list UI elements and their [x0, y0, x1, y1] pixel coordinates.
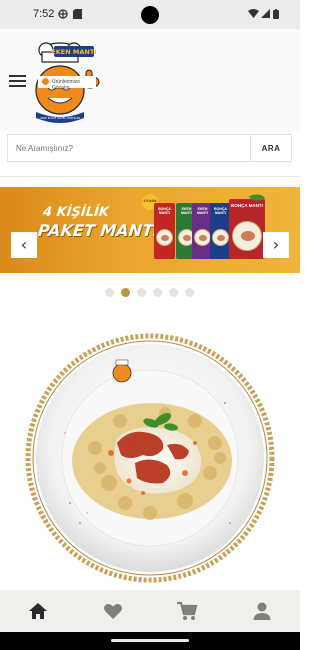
- search-button[interactable]: ARA: [250, 134, 292, 162]
- heart-icon[interactable]: [102, 600, 124, 622]
- banner-next-button[interactable]: ›: [263, 232, 289, 258]
- manti-plate-image[interactable]: [25, 333, 275, 583]
- bottom-navigation: [0, 590, 300, 632]
- package-5: BOHÇA MANTI: [229, 199, 265, 259]
- header-divider: [0, 176, 300, 177]
- banner-title-line1: 4 KİŞİLİK: [42, 205, 110, 220]
- wifi-icon: [248, 9, 259, 18]
- account-icon[interactable]: [251, 600, 273, 622]
- signal-icon: [261, 9, 270, 18]
- search-bar: ARA: [7, 134, 292, 162]
- carousel-dot[interactable]: [153, 288, 162, 297]
- banner-brand-tag: Ürünlerimize Gözatın: [38, 76, 96, 91]
- carousel-dot[interactable]: [137, 288, 146, 297]
- package-4: BOHÇA MANTI: [210, 203, 231, 259]
- battery-icon: [273, 9, 279, 19]
- search-input[interactable]: [7, 134, 250, 162]
- package-1: BOHÇA MANTI: [154, 203, 175, 259]
- carousel-dot[interactable]: [169, 288, 178, 297]
- carousel-dot[interactable]: [185, 288, 194, 297]
- vpn-icon: [58, 9, 68, 19]
- hamburger-menu-icon[interactable]: [9, 75, 26, 87]
- brand-dot-icon: [42, 78, 49, 85]
- status-time: 7:52: [33, 8, 55, 20]
- home-gesture-pill[interactable]: [111, 639, 189, 642]
- banner-prev-button[interactable]: ‹: [11, 232, 37, 258]
- promo-banner[interactable]: 4 KİŞİLİK PAKET MANTI 4 Kişilik BOHÇA MA…: [0, 187, 300, 273]
- camera-cutout: [141, 6, 159, 24]
- carousel-dots: [105, 288, 205, 298]
- home-icon[interactable]: [27, 600, 49, 622]
- cart-icon[interactable]: [176, 600, 198, 622]
- logo-text: EKEN MANTI: [51, 48, 96, 56]
- sd-card-icon: [73, 9, 82, 19]
- status-bar: 7:52: [0, 0, 300, 29]
- banner-title-line2: PAKET MANTI: [37, 221, 161, 240]
- carousel-dot[interactable]: [105, 288, 114, 297]
- carousel-dot[interactable]: [121, 288, 130, 297]
